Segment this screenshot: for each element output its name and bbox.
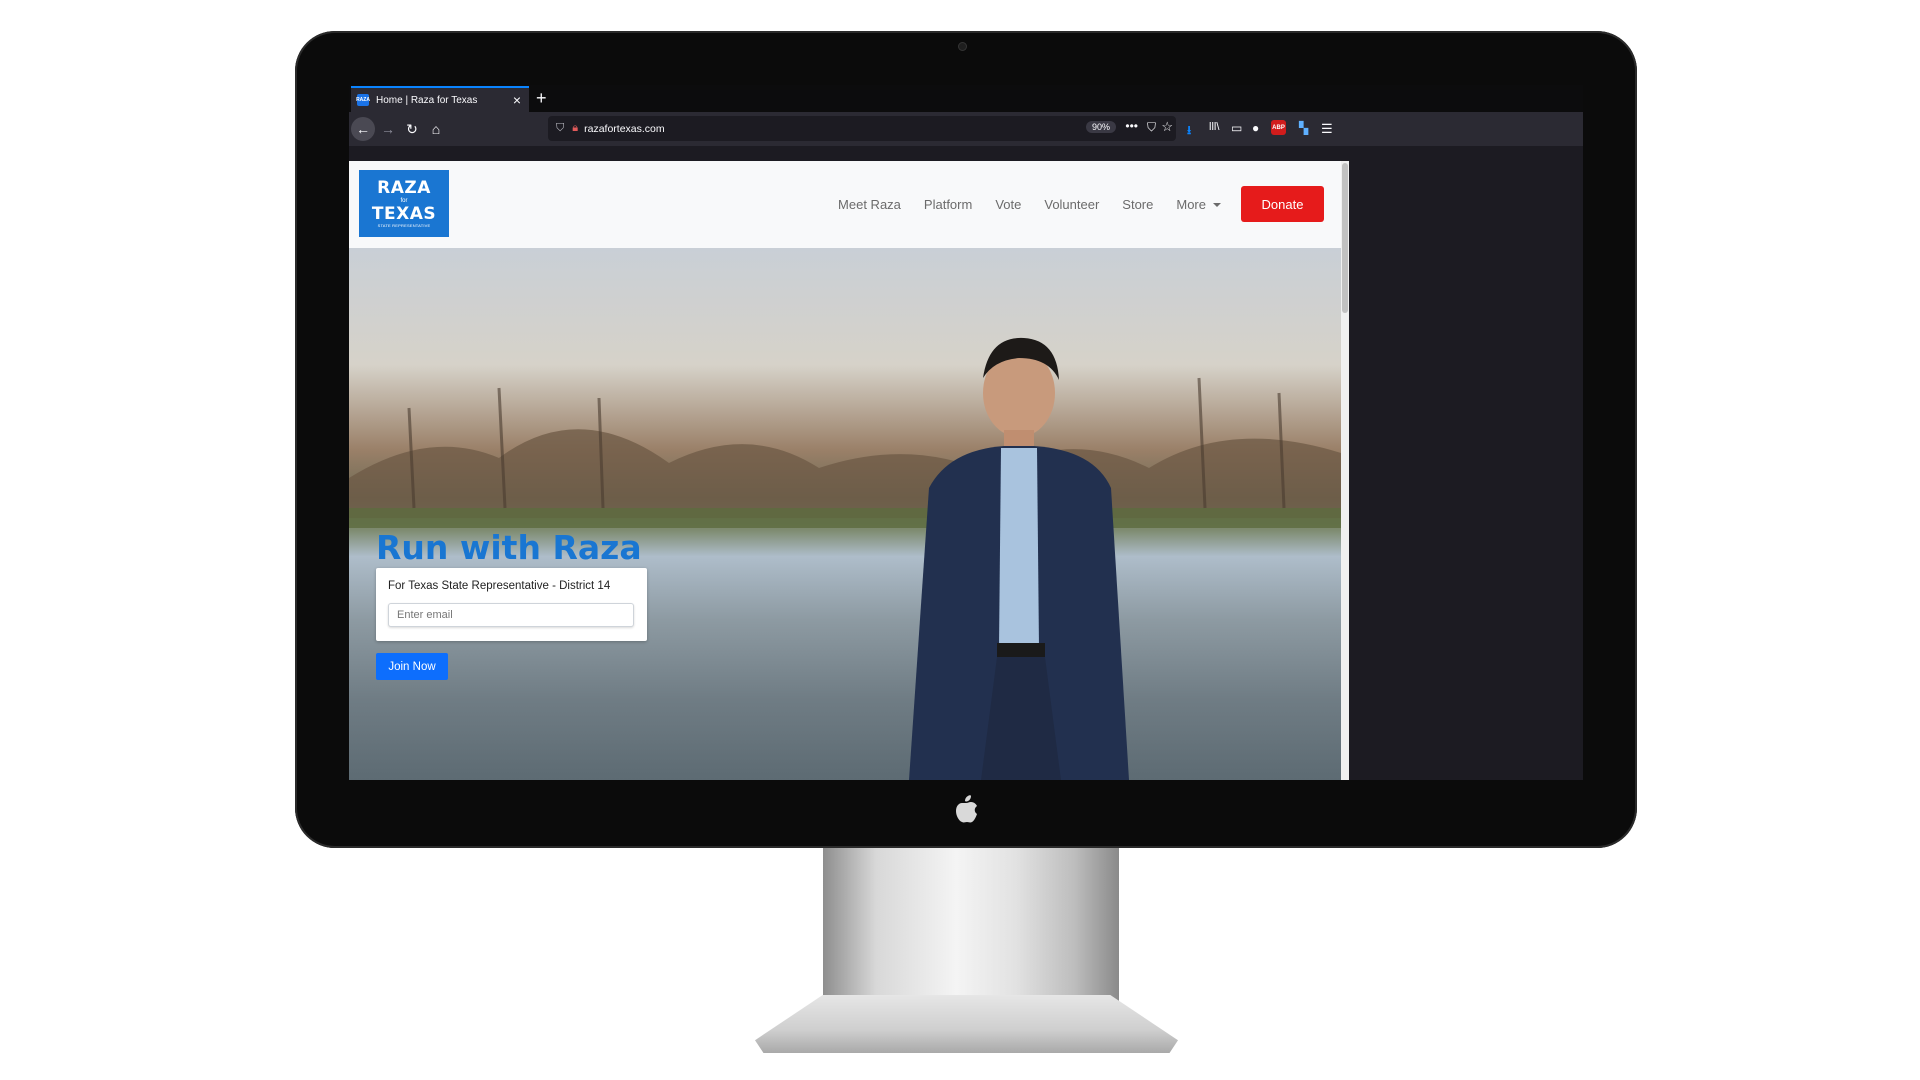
email-field[interactable] — [388, 603, 634, 627]
forward-arrow-icon[interactable]: → — [376, 117, 400, 141]
zoom-indicator[interactable]: 90% — [1085, 121, 1116, 133]
browser-window: RAZA Home | Raza for Texas × + ← → ↻ ⌂ ⛉… — [349, 85, 1583, 780]
tab-favicon: RAZA — [356, 94, 370, 106]
nav-vote[interactable]: Vote — [995, 197, 1021, 212]
adblock-icon[interactable]: ABP — [1271, 120, 1286, 135]
account-icon[interactable]: ● — [1252, 121, 1259, 135]
browser-toolbar: ← → ↻ ⌂ ⛉ 🔒︎ razafortexas.com 90% ••• ⛉ … — [349, 112, 1583, 146]
candidate-photo — [909, 337, 1129, 780]
tab-title: Home | Raza for Texas — [376, 94, 478, 106]
hero-section: Run with Raza For Texas State Representa… — [349, 248, 1341, 780]
close-tab-icon[interactable]: × — [513, 91, 521, 109]
url-text[interactable]: razafortexas.com — [584, 123, 665, 135]
donate-button[interactable]: Donate — [1241, 186, 1324, 222]
nav-more-dropdown[interactable]: More — [1176, 197, 1221, 212]
logo-text-raza: RAZA — [377, 178, 431, 198]
more-dots-icon[interactable]: ••• — [1125, 119, 1138, 133]
monitor-base — [755, 995, 1178, 1053]
library-icon[interactable]: lll\ — [1209, 121, 1219, 133]
nav-meet-raza[interactable]: Meet Raza — [838, 197, 901, 212]
signup-card: For Texas State Representative - Distric… — [376, 568, 647, 641]
site-lock-icon[interactable]: 🔒︎ — [572, 122, 578, 135]
screen-blank-area — [1349, 146, 1583, 780]
pocket-icon[interactable]: ⛉ — [1147, 120, 1156, 135]
scrollbar-thumb[interactable] — [1342, 163, 1348, 313]
download-icon[interactable]: ⭳ — [1187, 121, 1191, 142]
new-tab-icon[interactable]: + — [536, 87, 547, 109]
back-arrow-icon[interactable]: ← — [351, 117, 375, 141]
hero-title: Run with Raza — [376, 528, 642, 567]
site-logo[interactable]: RAZA for TEXAS STATE REPRESENTATIVE — [359, 170, 449, 237]
page-scrollbar[interactable] — [1341, 161, 1349, 780]
sidebar-icon[interactable]: ▭ — [1231, 121, 1242, 135]
shield-icon[interactable]: ⛉ — [556, 122, 564, 135]
tab-strip: RAZA Home | Raza for Texas × + — [349, 85, 1583, 112]
main-nav: Meet Raza Platform Vote Volunteer Store … — [815, 186, 1324, 222]
nav-volunteer[interactable]: Volunteer — [1044, 197, 1099, 212]
address-bar[interactable]: ⛉ 🔒︎ razafortexas.com 90% ••• ⛉ ☆ — [548, 116, 1176, 141]
browser-tab-active[interactable]: RAZA Home | Raza for Texas × — [351, 86, 529, 112]
join-now-button[interactable]: Join Now — [376, 653, 448, 680]
logo-text-texas: TEXAS — [371, 204, 437, 224]
bookmark-star-icon[interactable]: ☆ — [1161, 119, 1173, 135]
nav-platform[interactable]: Platform — [924, 197, 972, 212]
site-header: RAZA for TEXAS STATE REPRESENTATIVE Meet… — [349, 161, 1341, 248]
apple-logo-icon — [956, 795, 977, 823]
web-page: RAZA for TEXAS STATE REPRESENTATIVE Meet… — [349, 161, 1341, 780]
webcam — [958, 42, 967, 51]
signup-subtitle: For Texas State Representative - Distric… — [388, 580, 611, 592]
nav-store[interactable]: Store — [1122, 197, 1153, 212]
hamburger-menu-icon[interactable]: ☰ — [1321, 121, 1333, 137]
home-icon[interactable]: ⌂ — [424, 117, 448, 141]
reload-icon[interactable]: ↻ — [400, 117, 424, 141]
extension-icon[interactable]: ▚ — [1299, 121, 1308, 135]
